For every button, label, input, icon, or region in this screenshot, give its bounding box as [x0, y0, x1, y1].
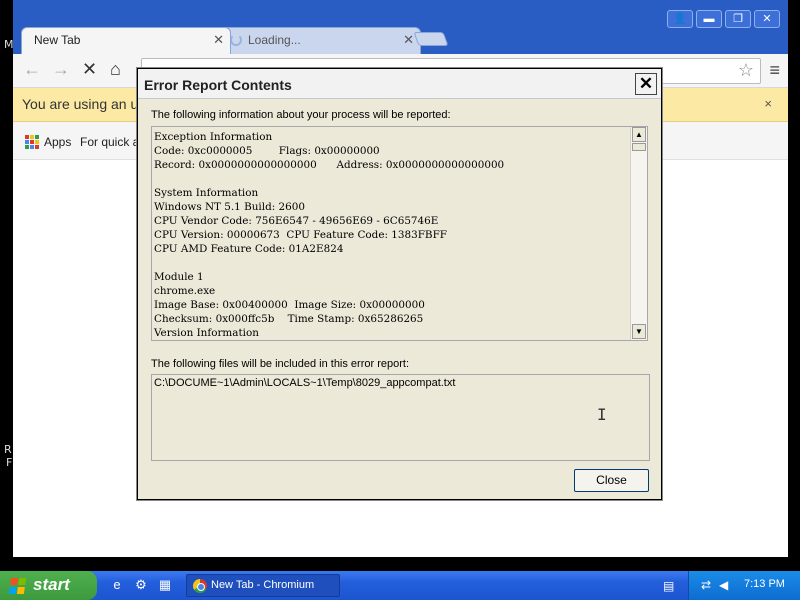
clock[interactable]: 7:13 PM — [744, 578, 785, 590]
window-controls: 👤 ▬ ❐ ✕ — [667, 10, 780, 28]
stop-icon[interactable]: ✕ — [82, 59, 97, 80]
internet-explorer-icon[interactable]: e — [109, 577, 125, 593]
desktop-glyph-f: F — [6, 456, 13, 469]
quicklaunch-app-icon[interactable]: ▦ — [157, 577, 173, 593]
apps-grid-icon — [25, 135, 39, 149]
file-path: C:\DOCUME~1\Admin\LOCALS~1\Temp\8029_app… — [154, 377, 456, 389]
windows-logo-icon — [8, 578, 27, 594]
quicklaunch-tool-icon[interactable]: ⚙ — [133, 577, 149, 593]
browser-titlebar: Loading... ✕ New Tab ✕ 👤 ▬ ❐ ✕ — [13, 0, 788, 54]
infobar-text: You are using an u — [22, 96, 139, 112]
system-tray: ⇄ ◀ 7:13 PM — [688, 571, 800, 600]
menu-icon[interactable]: ≡ — [769, 60, 780, 81]
bookmark-apps[interactable]: Apps — [44, 135, 71, 149]
tab-close-icon[interactable]: ✕ — [213, 32, 224, 48]
taskbar-item-label: New Tab - Chromium — [211, 579, 315, 591]
report-info-textbox[interactable]: Exception Information Code: 0xc0000005 F… — [151, 126, 648, 341]
volume-icon[interactable]: ◀ — [719, 578, 728, 592]
dialog-titlebar: Error Report Contents ✕ — [138, 69, 661, 99]
bookmark-star-icon[interactable]: ☆ — [738, 60, 754, 81]
tab-label: Loading... — [248, 33, 301, 47]
close-button[interactable]: Close — [574, 469, 649, 492]
tab-label: New Tab — [34, 33, 81, 47]
text-cursor-icon: I — [597, 405, 607, 424]
infobar-close-icon[interactable]: × — [764, 96, 772, 111]
taskbar-item-chromium[interactable]: New Tab - Chromium — [186, 574, 340, 597]
bookmark-hint-text: For quick ac — [80, 135, 146, 149]
chromium-icon — [193, 579, 207, 593]
minimize-button[interactable]: ▬ — [696, 10, 722, 28]
start-label: start — [33, 575, 70, 594]
loading-spinner-icon — [230, 34, 242, 46]
home-icon[interactable]: ⌂ — [110, 59, 121, 80]
vertical-scrollbar[interactable]: ▲ ▼ — [630, 127, 647, 340]
new-tab-button[interactable] — [413, 32, 449, 46]
desktop-glyph-r: R — [4, 443, 12, 456]
error-report-dialog: Error Report Contents ✕ The following in… — [137, 68, 662, 500]
start-button[interactable]: start — [0, 571, 97, 600]
taskbar: start e ⚙ ▦ New Tab - Chromium ▤ ⇄ ◀ 7:1… — [0, 571, 800, 600]
files-label: The following files will be included in … — [151, 358, 410, 370]
dialog-title: Error Report Contents — [144, 77, 292, 93]
tab-close-icon[interactable]: ✕ — [403, 32, 414, 48]
maximize-button[interactable]: ❐ — [725, 10, 751, 28]
forward-arrow-icon[interactable]: → — [52, 59, 70, 80]
network-icon[interactable]: ⇄ — [701, 578, 711, 592]
scroll-down-icon[interactable]: ▼ — [632, 324, 646, 339]
report-info-text: Exception Information Code: 0xc0000005 F… — [154, 131, 505, 339]
tab-loading[interactable]: Loading... ✕ — [221, 27, 421, 54]
user-icon[interactable]: 👤 — [667, 10, 693, 28]
tab-new-tab[interactable]: New Tab ✕ — [21, 27, 231, 54]
files-listbox[interactable]: C:\DOCUME~1\Admin\LOCALS~1\Temp\8029_app… — [151, 374, 650, 461]
info-label: The following information about your pro… — [151, 109, 451, 121]
keyboard-icon[interactable]: ▤ — [663, 579, 674, 593]
close-window-button[interactable]: ✕ — [754, 10, 780, 28]
back-arrow-icon[interactable]: ← — [23, 59, 41, 80]
dialog-close-icon[interactable]: ✕ — [635, 73, 657, 95]
scroll-thumb[interactable] — [632, 143, 646, 151]
scroll-up-icon[interactable]: ▲ — [632, 127, 646, 142]
